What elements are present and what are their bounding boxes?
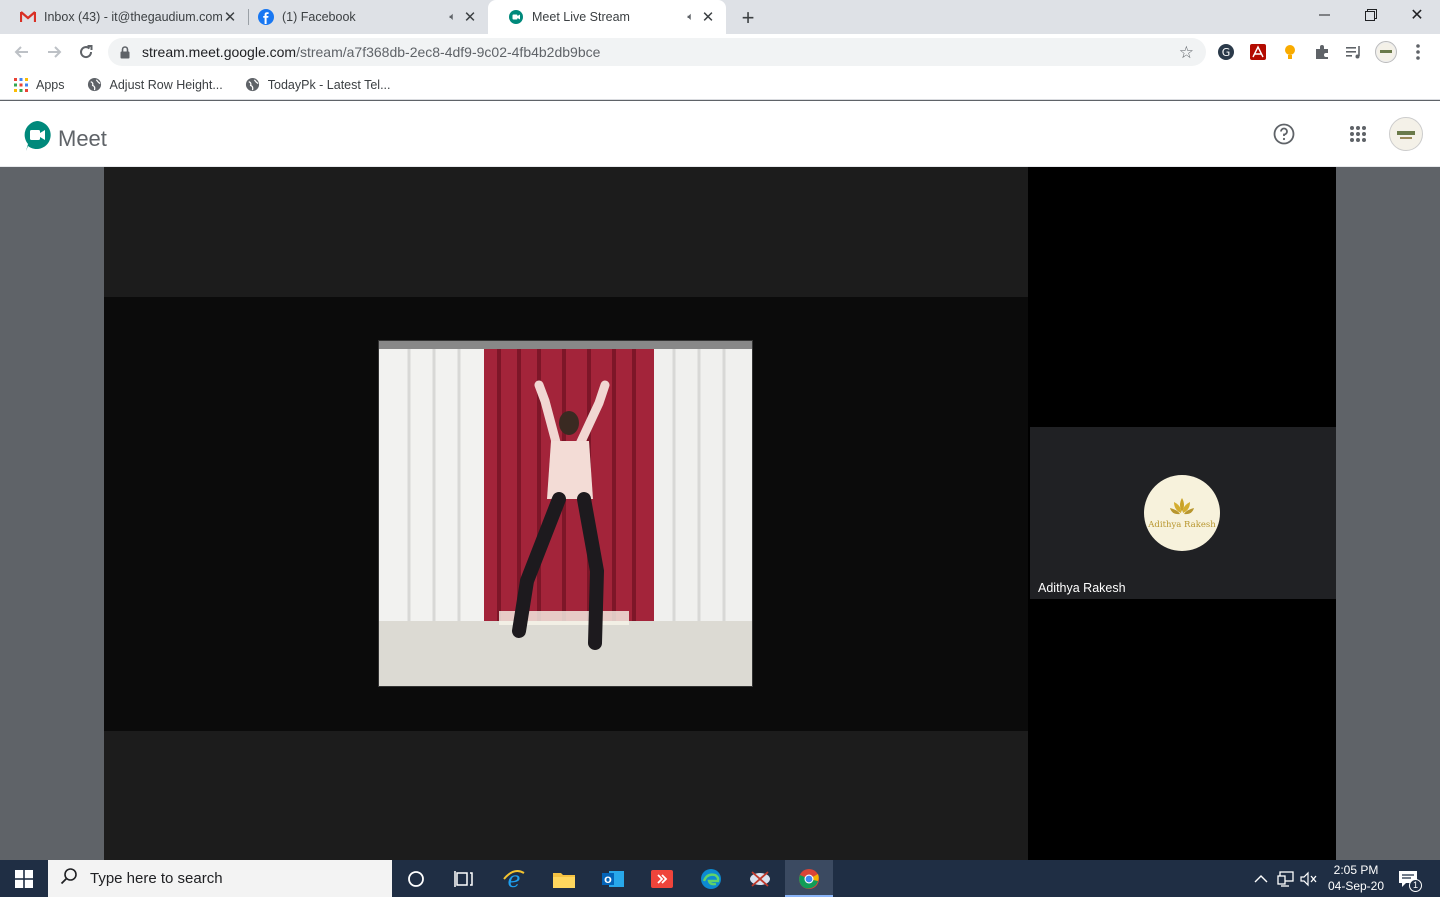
tab-title: Meet Live Stream (532, 10, 630, 24)
outlook-icon[interactable]: O (589, 860, 637, 897)
help-button[interactable] (1271, 121, 1297, 147)
globe-icon (87, 77, 102, 92)
url-host: stream.meet.google.com (142, 44, 297, 60)
participant-tile[interactable]: Adithya Rakesh Adithya Rakesh (1030, 427, 1336, 599)
system-clock[interactable]: 2:05 PM 04-Sep-20 (1322, 862, 1390, 894)
back-button[interactable] (10, 40, 34, 64)
clock-time: 2:05 PM (1333, 863, 1379, 877)
snipping-tool-icon[interactable] (736, 860, 784, 897)
tab-gmail[interactable]: Inbox (43) - it@thegaudium.com ✕ (0, 0, 248, 34)
google-apps-icon[interactable] (1345, 121, 1371, 147)
svg-text:G: G (1222, 46, 1231, 59)
url-text[interactable]: stream.meet.google.com/stream/a7f368db-2… (142, 44, 600, 60)
svg-text:O: O (604, 876, 612, 886)
file-explorer-icon[interactable] (540, 860, 588, 897)
gmail-icon (20, 9, 36, 25)
clock-date: 04-Sep-20 (1327, 879, 1385, 893)
bookmark-adjust-row-height[interactable]: Adjust Row Height... (87, 77, 223, 92)
start-button[interactable] (0, 860, 48, 897)
speaker-icon[interactable]: 🔈︎ (687, 11, 694, 24)
grammarly-extension-icon[interactable]: G (1216, 42, 1236, 62)
windows-taskbar: Type here to search e O 2:05 PM 04-Sep-2… (0, 860, 1440, 897)
taskbar-search-box[interactable]: Type here to search (48, 860, 392, 897)
meet-icon (508, 9, 524, 25)
speaker-icon[interactable]: 🔈︎ (449, 11, 456, 24)
globe-icon (245, 77, 260, 92)
address-bar[interactable]: stream.meet.google.com/stream/a7f368db-2… (108, 38, 1206, 66)
meet-logo-icon (22, 120, 52, 157)
meet-logo[interactable]: Meet (22, 120, 107, 157)
internet-explorer-icon[interactable]: e (490, 860, 538, 897)
participant-avatar: Adithya Rakesh (1144, 475, 1220, 551)
extensions-puzzle-icon[interactable] (1312, 42, 1332, 62)
tab-title: Inbox (43) - it@thegaudium.com (44, 10, 222, 24)
avatar-text: Adithya Rakesh (1148, 520, 1216, 530)
lock-icon[interactable] (108, 45, 142, 59)
chrome-taskbar-icon[interactable] (785, 860, 833, 897)
presenter-video (378, 340, 753, 687)
live-stream-view: Adithya Rakesh Adithya Rakesh (104, 167, 1336, 860)
action-center-button[interactable]: 1 (1398, 860, 1422, 897)
apps-grid-icon (14, 77, 28, 92)
close-tab-icon[interactable]: ✕ (462, 8, 478, 26)
url-path: /stream/a7f368db-2ec8-4df9-9c02-4fb4b2db… (296, 44, 601, 60)
bookmark-star-icon[interactable]: ☆ (1179, 43, 1194, 63)
tab-meet-live-stream[interactable]: Meet Live Stream 🔈︎ ✕ (488, 0, 726, 34)
tab-title: (1) Facebook (282, 10, 356, 24)
dancer-video-frame (379, 341, 752, 686)
stream-stage: Adithya Rakesh Adithya Rakesh (0, 167, 1440, 860)
minimize-button[interactable] (1302, 0, 1348, 30)
main-video-band (104, 297, 1028, 731)
forward-button[interactable] (42, 40, 66, 64)
main-presenter-panel (104, 167, 1028, 860)
search-icon (60, 867, 78, 890)
bookmark-label: Adjust Row Height... (109, 77, 223, 92)
pdf-extension-icon[interactable] (1248, 42, 1268, 62)
profile-avatar[interactable] (1375, 41, 1397, 63)
lightbulb-extension-icon[interactable] (1280, 42, 1300, 62)
notification-count-badge: 1 (1409, 878, 1422, 892)
meet-header: Meet (0, 101, 1440, 167)
meet-product-name: Meet (58, 125, 107, 151)
bookmarks-bar: Apps Adjust Row Height... TodayPk - Late… (0, 70, 1440, 100)
bookmark-label: Apps (36, 77, 65, 92)
bookmark-todaypk[interactable]: TodayPk - Latest Tel... (245, 77, 391, 92)
facebook-icon (258, 9, 274, 25)
bookmark-apps[interactable]: Apps (14, 77, 65, 92)
close-tab-icon[interactable]: ✕ (222, 8, 238, 26)
browser-toolbar: stream.meet.google.com/stream/a7f368db-2… (0, 34, 1440, 70)
browser-tab-strip: Inbox (43) - it@thegaudium.com ✕ (1) Fac… (0, 0, 1440, 34)
lotus-logo-icon (1170, 498, 1194, 515)
participant-name: Adithya Rakesh (1038, 581, 1126, 595)
cortana-button[interactable] (392, 860, 440, 897)
media-control-icon[interactable] (1344, 42, 1364, 62)
tab-facebook[interactable]: (1) Facebook 🔈︎ ✕ (238, 0, 488, 34)
search-placeholder: Type here to search (90, 870, 223, 887)
edge-icon[interactable] (687, 860, 735, 897)
close-window-button[interactable]: ✕ (1394, 0, 1440, 30)
volume-muted-icon[interactable] (1300, 860, 1318, 897)
show-hidden-icons-button[interactable] (1254, 860, 1268, 897)
close-tab-icon[interactable]: ✕ (700, 8, 716, 26)
account-avatar[interactable] (1389, 117, 1423, 151)
chrome-menu-icon[interactable] (1408, 42, 1428, 62)
reload-button[interactable] (74, 40, 98, 64)
notification-icon: 1 (1398, 870, 1422, 892)
restore-button[interactable] (1348, 0, 1394, 30)
participants-panel: Adithya Rakesh Adithya Rakesh (1028, 167, 1336, 860)
task-view-button[interactable] (440, 860, 488, 897)
bookmark-label: TodayPk - Latest Tel... (267, 77, 391, 92)
new-tab-button[interactable]: + (737, 5, 759, 31)
network-icon[interactable] (1277, 860, 1295, 897)
windows-logo-icon (15, 869, 33, 888)
anydesk-icon[interactable] (638, 860, 686, 897)
